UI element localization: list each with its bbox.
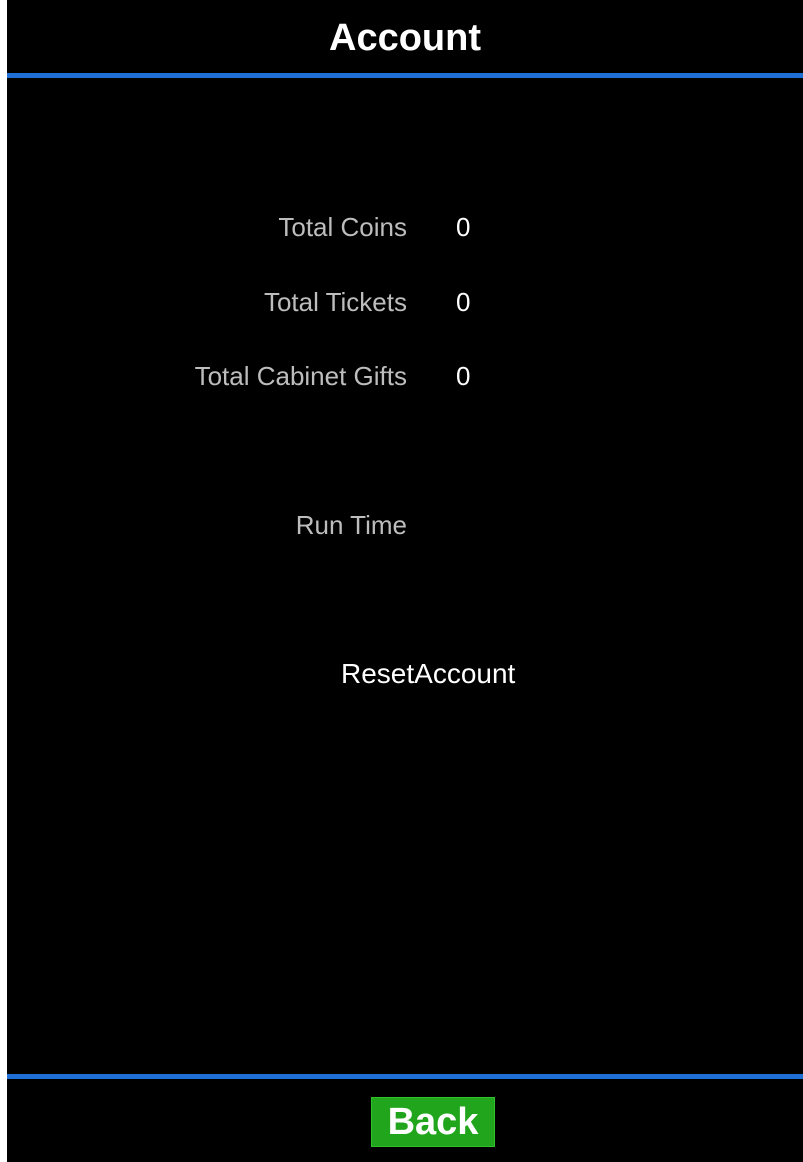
reset-account-button[interactable]: ResetAccount [341, 657, 515, 691]
page-title: Account [329, 17, 481, 59]
run-time-label: Run Time [295, 510, 407, 540]
total-cabinet-gifts-value: 0 [456, 361, 471, 391]
header-divider [7, 73, 803, 78]
account-screen: Account Total Coins 0 Total Tickets 0 To… [7, 0, 803, 1162]
total-tickets-label: Total Tickets [263, 287, 407, 317]
total-coins-label: Total Coins [278, 212, 407, 242]
total-cabinet-gifts-label: Total Cabinet Gifts [194, 361, 407, 391]
header-bar: Account [7, 0, 803, 74]
total-tickets-value: 0 [456, 287, 471, 317]
footer-divider [7, 1074, 803, 1079]
total-coins-value: 0 [456, 212, 471, 242]
back-button[interactable]: Back [371, 1097, 495, 1147]
